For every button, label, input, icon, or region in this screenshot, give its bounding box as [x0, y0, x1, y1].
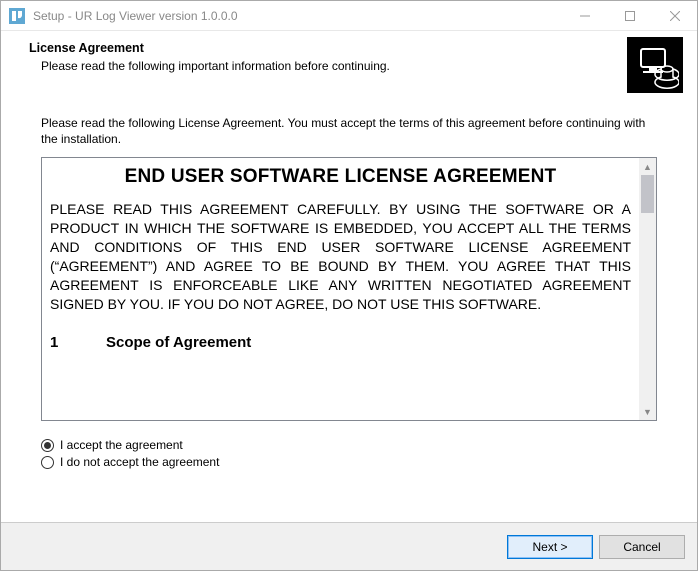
app-icon	[9, 8, 25, 24]
radio-icon	[41, 456, 54, 469]
page-title: License Agreement	[29, 41, 677, 55]
wizard-footer: Next > Cancel	[1, 522, 697, 570]
instruction-text: Please read the following License Agreem…	[41, 115, 657, 147]
eula-body: PLEASE READ THIS AGREEMENT CAREFULLY. BY…	[50, 200, 631, 313]
license-text-content[interactable]: END USER SOFTWARE LICENSE AGREEMENT PLEA…	[42, 158, 639, 420]
eula-title: END USER SOFTWARE LICENSE AGREEMENT	[50, 166, 631, 188]
installer-icon	[627, 37, 683, 93]
radio-decline[interactable]: I do not accept the agreement	[41, 455, 657, 469]
license-text-box: END USER SOFTWARE LICENSE AGREEMENT PLEA…	[41, 157, 657, 421]
scrollbar[interactable]: ▲ ▼	[639, 158, 656, 420]
wizard-header: License Agreement Please read the follow…	[1, 31, 697, 109]
cancel-button[interactable]: Cancel	[599, 535, 685, 559]
setup-window: Setup - UR Log Viewer version 1.0.0.0 Li…	[0, 0, 698, 571]
radio-accept[interactable]: I accept the agreement	[41, 438, 657, 452]
radio-icon	[41, 439, 54, 452]
radio-decline-label: I do not accept the agreement	[60, 455, 219, 469]
wizard-content: Please read the following License Agreem…	[1, 109, 697, 522]
minimize-button[interactable]	[562, 1, 607, 30]
eula-section-heading: 1Scope of Agreement	[50, 334, 631, 351]
next-button[interactable]: Next >	[507, 535, 593, 559]
radio-accept-label: I accept the agreement	[60, 438, 183, 452]
scroll-up-icon[interactable]: ▲	[639, 158, 656, 175]
eula-section-number: 1	[50, 334, 106, 351]
eula-section-title: Scope of Agreement	[106, 334, 251, 351]
close-button[interactable]	[652, 1, 697, 30]
scroll-down-icon[interactable]: ▼	[639, 403, 656, 420]
accept-radio-group: I accept the agreement I do not accept t…	[41, 435, 657, 472]
window-title: Setup - UR Log Viewer version 1.0.0.0	[33, 9, 562, 23]
titlebar: Setup - UR Log Viewer version 1.0.0.0	[1, 1, 697, 31]
maximize-button[interactable]	[607, 1, 652, 30]
scroll-thumb[interactable]	[641, 175, 654, 213]
page-subtitle: Please read the following important info…	[41, 59, 677, 73]
